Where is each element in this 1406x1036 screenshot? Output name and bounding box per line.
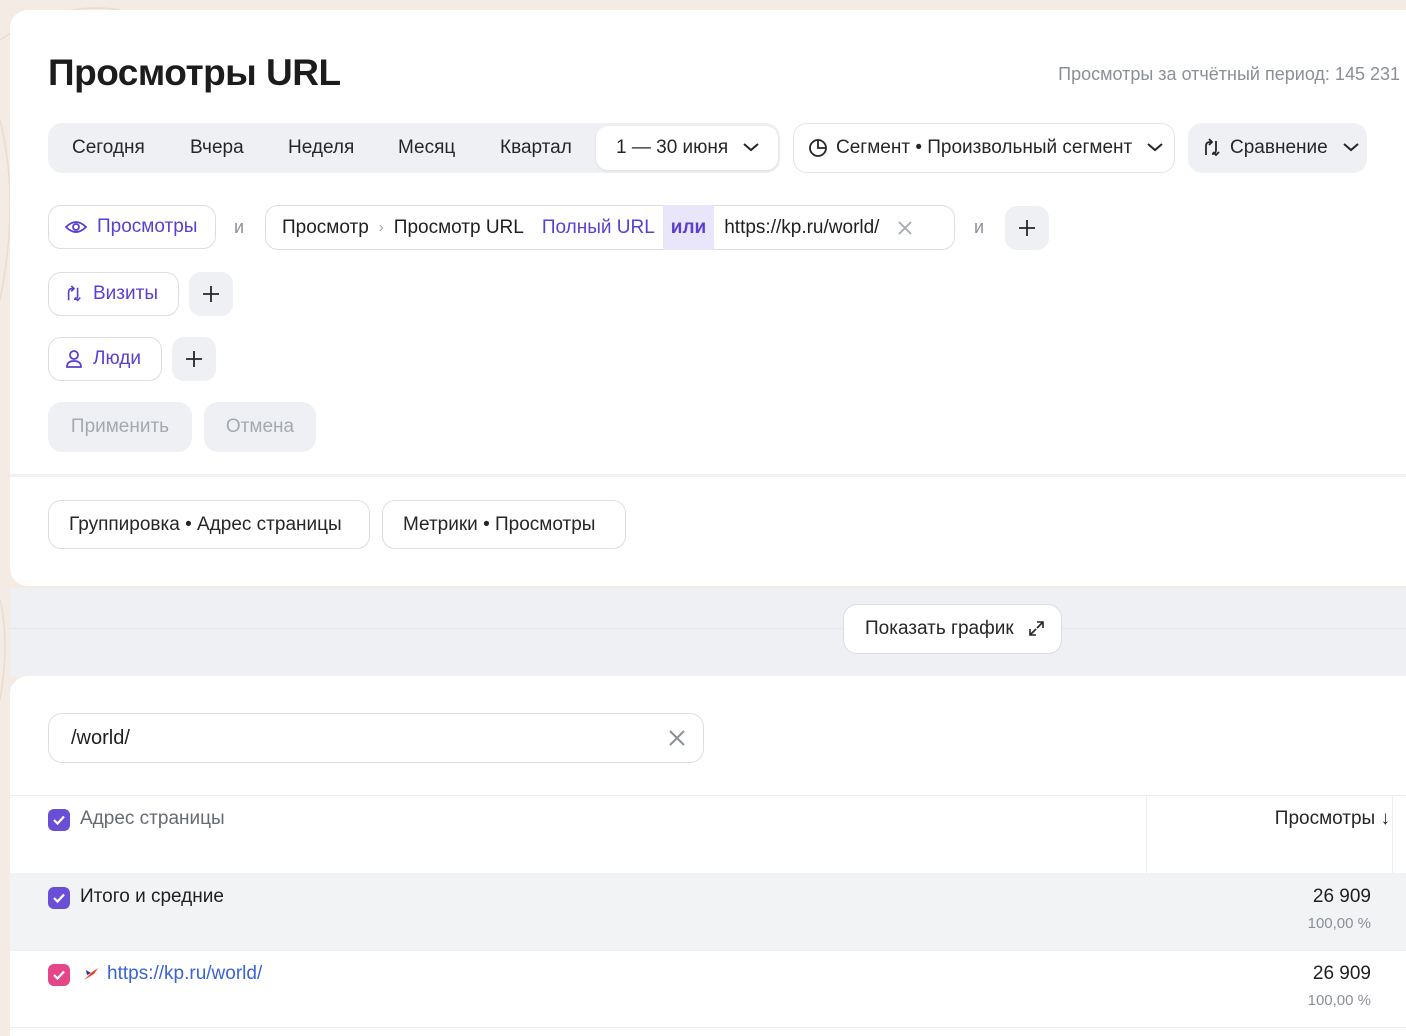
metric-header-sort[interactable]: Просмотры ↓ bbox=[1275, 808, 1390, 830]
total-row-label: Итого и средние bbox=[80, 886, 224, 907]
people-chip-label: Люди bbox=[93, 348, 142, 369]
compare-icon bbox=[1202, 138, 1222, 158]
chevron-right-icon: › bbox=[378, 219, 384, 236]
and-connector: и bbox=[234, 217, 245, 237]
row-checkbox[interactable] bbox=[48, 964, 70, 986]
chart-panel bbox=[10, 588, 1406, 676]
close-icon[interactable] bbox=[667, 728, 687, 753]
search-input[interactable] bbox=[69, 725, 653, 751]
segment-button[interactable]: Сегмент • Произвольный сегмент bbox=[793, 123, 1175, 173]
visits-filter-chip[interactable]: Визиты bbox=[48, 272, 179, 316]
compare-label: Сравнение bbox=[1230, 137, 1328, 158]
page-title: Просмотры URL bbox=[48, 52, 341, 93]
views-chip-label: Просмотры bbox=[97, 216, 198, 237]
table-divider bbox=[10, 795, 1406, 796]
row-value: 26 909 bbox=[1312, 963, 1371, 984]
eye-icon bbox=[65, 219, 87, 235]
apply-button[interactable]: Применить bbox=[48, 402, 192, 452]
segment-label: Сегмент • Произвольный сегмент bbox=[836, 137, 1133, 158]
table-row-total bbox=[10, 873, 1406, 950]
chevron-down-icon bbox=[1342, 137, 1360, 159]
total-row-checkbox[interactable] bbox=[48, 887, 70, 909]
show-chart-label: Показать график bbox=[865, 618, 1014, 639]
plus-icon bbox=[1019, 220, 1035, 236]
compare-button[interactable]: Сравнение bbox=[1188, 123, 1367, 173]
divider bbox=[10, 474, 1406, 477]
expand-icon bbox=[1026, 619, 1046, 639]
table-divider bbox=[10, 1027, 1406, 1028]
views-filter-chip[interactable]: Просмотры bbox=[48, 205, 216, 249]
filter-condition[interactable]: Просмотр › Просмотр URL Полный URL или h… bbox=[265, 205, 955, 250]
close-icon[interactable] bbox=[897, 220, 913, 236]
date-today-button[interactable]: Сегодня bbox=[72, 123, 145, 173]
add-visits-filter-button[interactable] bbox=[189, 272, 233, 316]
condition-value: https://kp.ru/world/ bbox=[724, 216, 880, 238]
date-quarter-button[interactable]: Квартал bbox=[500, 123, 572, 173]
total-row-share: 100,00 % bbox=[1307, 915, 1371, 932]
column-divider bbox=[1392, 796, 1393, 874]
date-yesterday-button[interactable]: Вчера bbox=[190, 123, 244, 173]
column-divider bbox=[1146, 796, 1147, 874]
cancel-button[interactable]: Отмена bbox=[204, 402, 316, 452]
person-icon bbox=[65, 349, 83, 369]
visits-icon bbox=[65, 285, 83, 303]
check-icon bbox=[53, 893, 65, 904]
condition-field: Полный URL bbox=[541, 216, 655, 238]
date-presets: Сегодня Вчера Неделя Месяц Квартал 1 — 3… bbox=[48, 123, 780, 173]
check-icon bbox=[53, 970, 65, 981]
row-share: 100,00 % bbox=[1307, 992, 1371, 1009]
people-filter-chip[interactable]: Люди bbox=[48, 337, 162, 381]
period-total: Просмотры за отчётный период: 145 231 bbox=[1058, 64, 1400, 84]
segment-pie-icon bbox=[808, 138, 828, 158]
chevron-down-icon bbox=[742, 137, 760, 159]
and-connector: и bbox=[974, 217, 985, 237]
grouping-button[interactable]: Группировка • Адрес страницы bbox=[48, 500, 370, 549]
date-range-label: 1 — 30 июня bbox=[616, 137, 729, 158]
condition-crumb: Просмотр URL bbox=[393, 216, 524, 238]
chart-baseline bbox=[10, 628, 1406, 629]
search-field[interactable] bbox=[48, 713, 704, 763]
add-people-filter-button[interactable] bbox=[172, 337, 216, 381]
header-checkbox[interactable] bbox=[48, 809, 70, 831]
condition-crumb: Просмотр bbox=[282, 216, 369, 238]
date-week-button[interactable]: Неделя bbox=[288, 123, 354, 173]
plus-icon bbox=[203, 286, 219, 302]
show-chart-button[interactable]: Показать график bbox=[843, 604, 1062, 654]
check-icon bbox=[53, 815, 65, 826]
chevron-down-icon bbox=[1146, 137, 1164, 159]
table-divider bbox=[10, 950, 1406, 951]
date-range-picker[interactable]: 1 — 30 июня bbox=[596, 126, 778, 170]
condition-operator[interactable]: или bbox=[662, 205, 715, 250]
total-row-value: 26 909 bbox=[1312, 886, 1371, 907]
date-month-button[interactable]: Месяц bbox=[398, 123, 455, 173]
metrics-button[interactable]: Метрики • Просмотры bbox=[382, 500, 626, 549]
row-url-link[interactable]: https://kp.ru/world/ bbox=[107, 963, 262, 985]
favicon-icon bbox=[82, 966, 100, 987]
visits-chip-label: Визиты bbox=[93, 283, 158, 304]
add-condition-button[interactable] bbox=[1005, 206, 1049, 250]
dimension-header: Адрес страницы bbox=[80, 808, 225, 829]
plus-icon bbox=[186, 351, 202, 367]
